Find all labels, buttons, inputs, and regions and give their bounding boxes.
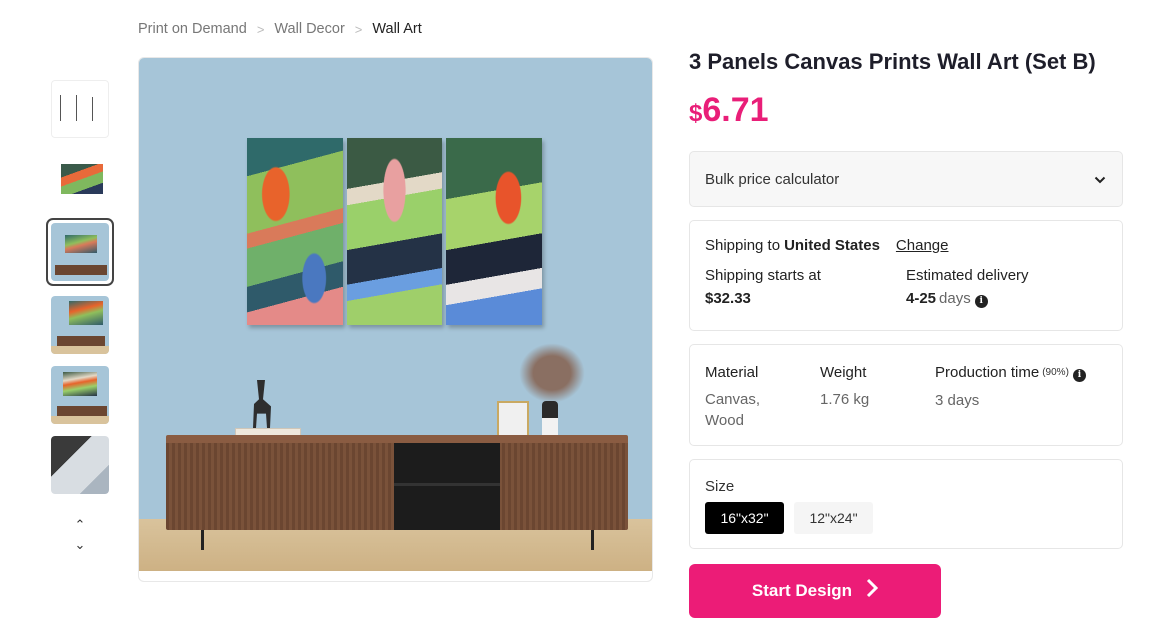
estimated-delivery-value: 4-25 xyxy=(906,290,937,307)
shipping-starts-label: Shipping starts at xyxy=(705,267,821,284)
material-value: Canvas, Wood xyxy=(705,391,761,429)
size-label: Size xyxy=(705,478,735,495)
info-icon[interactable]: i xyxy=(974,295,988,308)
start-design-label: Start Design xyxy=(751,581,853,600)
start-design-button[interactable]: Start Design xyxy=(689,564,941,618)
size-option-16x32[interactable]: 16"x32" xyxy=(705,502,784,534)
breadcrumb-wall-art: Wall Art xyxy=(372,21,422,37)
size-option-12x24[interactable]: 12"x24" xyxy=(794,502,873,534)
material-label: Material xyxy=(705,364,759,381)
bulk-price-label: Bulk price calculator xyxy=(705,170,840,188)
shipping-prefix: Shipping to xyxy=(705,237,781,254)
price-currency: $ xyxy=(689,100,703,127)
thumbnail-list: ⌃ ⌄ xyxy=(46,78,114,552)
chevron-right-icon: > xyxy=(256,21,265,37)
shipping-country: United States xyxy=(784,237,880,254)
breadcrumb-print-on-demand[interactable]: Print on Demand xyxy=(138,21,247,37)
price-amount: 6.71 xyxy=(702,91,769,129)
spec-production-time: Production time (90%) i 3 days xyxy=(935,364,1086,426)
product-price: $6.71 xyxy=(689,91,769,130)
estimated-delivery-label: Estimated delivery xyxy=(906,267,1029,284)
main-product-image[interactable] xyxy=(138,57,653,582)
change-country-link[interactable]: Change xyxy=(896,237,949,254)
cabinet-leg xyxy=(591,530,594,550)
product-title: 3 Panels Canvas Prints Wall Art (Set B) xyxy=(689,49,1096,74)
thumbnail-living-room-angle[interactable] xyxy=(49,294,111,356)
tv-cabinet xyxy=(166,435,628,530)
estimated-delivery-unit: days xyxy=(939,290,971,307)
production-time-value: 3 days xyxy=(935,392,980,409)
production-time-label: Production time xyxy=(935,364,1040,381)
weight-label: Weight xyxy=(820,364,867,381)
shipping-starts-value: $32.33 xyxy=(705,290,751,307)
production-time-note: (90%) xyxy=(1042,367,1069,378)
chevron-down-icon xyxy=(1094,171,1106,187)
breadcrumb-wall-decor[interactable]: Wall Decor xyxy=(274,21,344,37)
chevron-down-icon[interactable]: ⌄ xyxy=(75,538,86,552)
living-room-scene xyxy=(139,58,652,571)
spec-weight: Weight 1.76 kg xyxy=(820,364,935,426)
thumbnail-angled-panels[interactable] xyxy=(49,148,111,210)
canvas-panel-left xyxy=(247,138,343,325)
canvas-panel-right xyxy=(446,138,542,325)
shipping-card: Shipping to United States Change Shippin… xyxy=(689,220,1123,331)
thumbnail-canvas-edge[interactable] xyxy=(49,434,111,496)
canvas-panel-center xyxy=(347,138,442,325)
thumbnail-living-room-front[interactable] xyxy=(46,218,114,286)
spec-material: Material Canvas, Wood xyxy=(705,364,820,429)
weight-value: 1.76 kg xyxy=(820,391,870,408)
pampas-decor xyxy=(519,343,585,403)
bulk-price-calculator[interactable]: Bulk price calculator xyxy=(689,151,1123,207)
chevron-up-icon[interactable]: ⌃ xyxy=(75,518,86,532)
chevron-right-icon: > xyxy=(354,21,363,37)
thumbnail-living-room-side[interactable] xyxy=(49,364,111,426)
thumbnail-size-chart[interactable] xyxy=(49,78,111,140)
breadcrumb: Print on Demand > Wall Decor > Wall Art xyxy=(138,21,422,37)
deer-figurine xyxy=(253,380,271,428)
chevron-right-icon xyxy=(866,578,879,604)
specs-card: Material Canvas, Wood Weight 1.76 kg Pro… xyxy=(689,344,1123,446)
size-card: Size 16"x32" 12"x24" xyxy=(689,459,1123,549)
size-options: 16"x32" 12"x24" xyxy=(705,502,1107,534)
cabinet-leg xyxy=(201,530,204,550)
info-icon[interactable]: i xyxy=(1072,369,1086,382)
